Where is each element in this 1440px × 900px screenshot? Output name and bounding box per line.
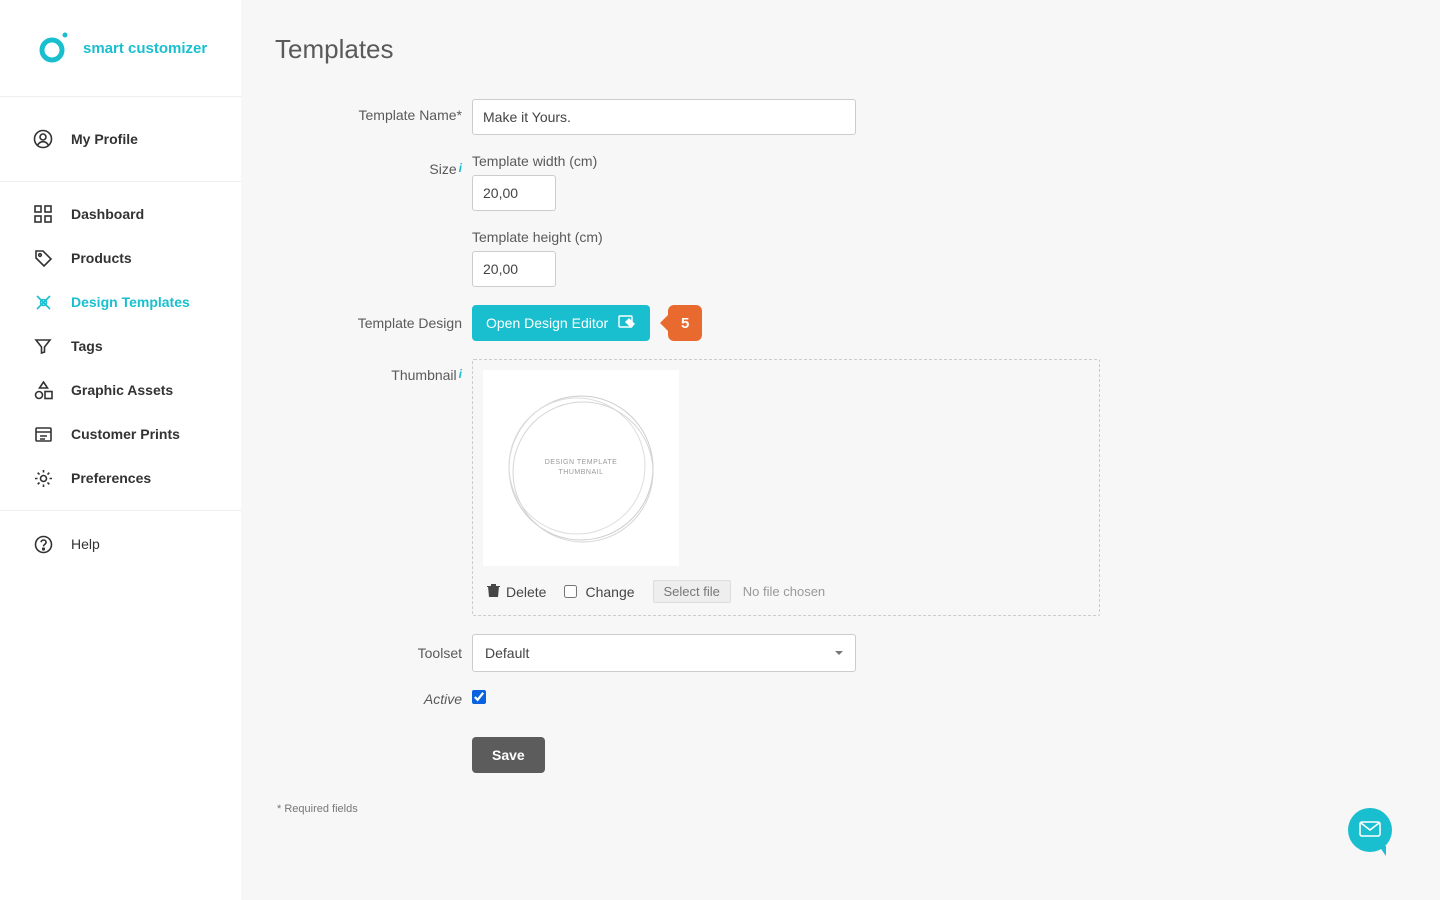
nav-customer-prints[interactable]: Customer Prints xyxy=(0,412,241,456)
label-template-height: Template height (cm) xyxy=(472,229,1132,245)
info-icon[interactable]: i xyxy=(459,367,462,381)
step-callout: 5 xyxy=(660,305,702,341)
nav-tags[interactable]: Tags xyxy=(0,324,241,368)
select-file-button[interactable]: Select file xyxy=(653,580,731,603)
nav-profile-section: My Profile xyxy=(0,97,241,182)
label-toolset: Toolset xyxy=(275,645,472,661)
no-file-label: No file chosen xyxy=(743,584,825,599)
shapes-icon xyxy=(33,380,53,400)
label-template-name: Template Name* xyxy=(275,99,472,123)
nav-item-label: Products xyxy=(71,250,132,266)
nav-preferences[interactable]: Preferences xyxy=(0,456,241,500)
nav-item-label: Graphic Assets xyxy=(71,382,173,398)
nav-item-label: Design Templates xyxy=(71,294,190,310)
row-toolset: Toolset Default xyxy=(275,634,1400,672)
input-template-width[interactable] xyxy=(472,175,556,211)
label-active: Active xyxy=(275,691,472,707)
main-content: Templates Template Name* Sizei Template … xyxy=(241,0,1440,900)
prints-icon xyxy=(33,424,53,444)
brand-logo-icon xyxy=(35,30,69,67)
nav-bottom-section: Help xyxy=(0,510,241,577)
gear-icon xyxy=(33,468,53,488)
row-thumbnail: Thumbnaili DESIGN TEMPLATETHUMBNAIL xyxy=(275,359,1400,616)
thumbnail-caption: DESIGN TEMPLATETHUMBNAIL xyxy=(545,458,618,478)
row-active: Active xyxy=(275,690,1400,707)
page-title: Templates xyxy=(275,34,1400,65)
thumbnail-actions: Delete Change Select file No file chosen xyxy=(483,578,1089,605)
thumbnail-change-button[interactable]: Change xyxy=(564,584,634,600)
thumbnail-preview: DESIGN TEMPLATETHUMBNAIL xyxy=(483,370,679,566)
input-template-height[interactable] xyxy=(472,251,556,287)
sidebar: smart customizer My Profile Dashboa xyxy=(0,0,241,900)
row-template-name: Template Name* xyxy=(275,99,1400,135)
thumbnail-dropzone: DESIGN TEMPLATETHUMBNAIL Delete Chan xyxy=(472,359,1100,616)
row-save: Save xyxy=(275,737,1400,773)
tag-icon xyxy=(33,248,53,268)
mail-icon xyxy=(1359,821,1381,840)
label-template-width: Template width (cm) xyxy=(472,153,1132,169)
label-thumbnail: Thumbnaili xyxy=(275,359,472,383)
callout-arrow-icon xyxy=(660,315,668,331)
nav-item-label: Dashboard xyxy=(71,206,144,222)
dashboard-icon xyxy=(33,204,53,224)
editor-icon xyxy=(618,315,636,331)
thumbnail-change-checkbox[interactable] xyxy=(564,585,577,598)
label-template-design: Template Design xyxy=(275,315,472,331)
help-icon xyxy=(33,534,53,554)
info-icon[interactable]: i xyxy=(459,161,462,175)
row-size: Sizei Template width (cm) Template heigh… xyxy=(275,153,1400,287)
input-template-name[interactable] xyxy=(472,99,856,135)
active-checkbox[interactable] xyxy=(472,690,486,704)
brand-name: smart customizer xyxy=(83,40,207,57)
user-circle-icon xyxy=(33,129,53,149)
filter-icon xyxy=(33,336,53,356)
chat-fab-button[interactable] xyxy=(1348,808,1392,852)
logo[interactable]: smart customizer xyxy=(0,0,241,97)
trash-icon xyxy=(487,583,500,601)
design-templates-icon xyxy=(33,292,53,312)
chevron-down-icon xyxy=(835,651,843,655)
button-label: Open Design Editor xyxy=(486,315,608,331)
nav-design-templates[interactable]: Design Templates xyxy=(0,280,241,324)
required-fields-note: * Required fields xyxy=(277,803,1400,815)
nav-dashboard[interactable]: Dashboard xyxy=(0,192,241,236)
label-size: Sizei xyxy=(275,153,472,177)
nav-products[interactable]: Products xyxy=(0,236,241,280)
open-design-editor-button[interactable]: Open Design Editor xyxy=(472,305,650,341)
toolset-selected-value: Default xyxy=(485,645,529,661)
toolset-select[interactable]: Default xyxy=(472,634,856,672)
nav-my-profile[interactable]: My Profile xyxy=(0,97,241,181)
nav-item-label: Tags xyxy=(71,338,103,354)
save-button[interactable]: Save xyxy=(472,737,545,773)
row-template-design: Template Design Open Design Editor 5 xyxy=(275,305,1400,341)
nav-graphic-assets[interactable]: Graphic Assets xyxy=(0,368,241,412)
nav-item-label: Help xyxy=(71,536,100,552)
nav-help[interactable]: Help xyxy=(0,511,241,577)
nav-item-label: Customer Prints xyxy=(71,426,180,442)
callout-number: 5 xyxy=(668,305,702,341)
nav-main-section: Dashboard Products Design Templates xyxy=(0,182,241,510)
nav-item-label: Preferences xyxy=(71,470,151,486)
thumbnail-delete-button[interactable]: Delete xyxy=(487,583,546,601)
nav-item-label: My Profile xyxy=(71,131,138,147)
